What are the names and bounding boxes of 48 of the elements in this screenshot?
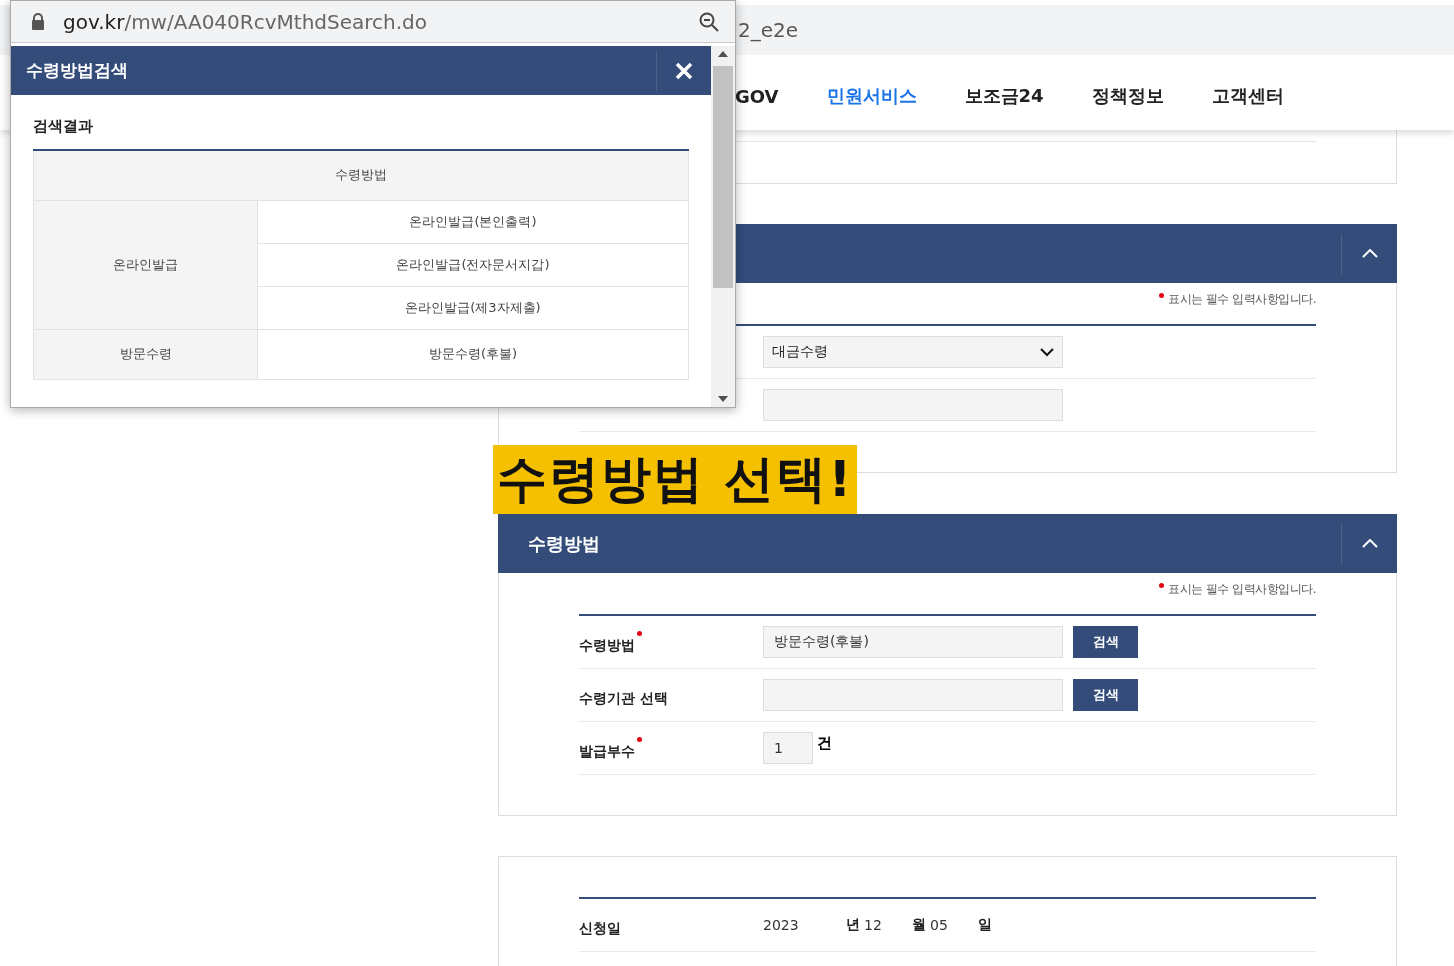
popup-title: 수령방법검색 — [26, 59, 128, 82]
date-unit: 일 — [978, 916, 992, 934]
date-unit: 년 — [846, 916, 860, 934]
required-note: 표시는 필수 입력사항입니다. — [1168, 291, 1316, 308]
required-dot — [1159, 583, 1165, 588]
scroll-down-icon[interactable] — [718, 396, 728, 402]
group-cell: 방문수령 — [33, 329, 258, 379]
required-dot — [1159, 293, 1165, 298]
date-value: 12 — [864, 917, 883, 933]
result-item[interactable]: 온라인발급(제3자제출) — [257, 286, 689, 329]
result-item[interactable]: 온라인발급(본인출력) — [257, 200, 689, 243]
url-text: 2_e2e — [738, 18, 799, 42]
nav-link[interactable]: GOV — [735, 85, 779, 107]
chevron-down-icon — [1040, 347, 1054, 357]
callout-banner: 수령방법 선택! — [493, 445, 858, 514]
field-label: 신청일 — [579, 920, 621, 938]
unit-label: 건 — [817, 734, 832, 753]
scrollbar[interactable] — [711, 46, 735, 407]
results-title: 검색결과 — [33, 117, 94, 136]
field-label: 수령기관 선택 — [579, 690, 668, 708]
zoom-out-icon[interactable] — [699, 11, 719, 32]
nav-link[interactable]: 정책정보 — [1091, 84, 1164, 108]
nav-link[interactable]: 민원서비스 — [826, 84, 917, 108]
close-icon — [675, 61, 693, 80]
input-field[interactable]: 방문수령(후불) — [763, 626, 1063, 658]
date-unit: 월 — [912, 916, 926, 934]
group-cell: 온라인발급 — [33, 200, 258, 329]
section-title: 수령방법 — [528, 531, 600, 556]
url-text: gov.kr/mw/AA040RcvMthdSearch.do — [63, 9, 428, 34]
search-button[interactable]: 검색 — [1073, 626, 1138, 658]
nav-link[interactable]: 고객센터 — [1211, 84, 1284, 108]
scroll-up-icon[interactable] — [718, 51, 728, 57]
search-button[interactable]: 검색 — [1073, 679, 1138, 711]
select-field[interactable]: 대금수령 — [763, 336, 1063, 368]
result-item[interactable]: 온라인발급(전자문서지갑) — [257, 243, 689, 286]
result-item[interactable]: 방문수령(후불) — [257, 329, 689, 379]
date-value: 2023 — [763, 917, 800, 933]
required-note: 표시는 필수 입력사항입니다. — [1168, 581, 1316, 598]
column-header: 수령방법 — [33, 150, 689, 200]
lock-icon — [31, 13, 45, 30]
field-label: 발급부수 — [579, 743, 635, 761]
date-value: 05 — [930, 917, 949, 933]
field-label: 수령방법 — [579, 637, 635, 655]
input-field[interactable]: 1 — [763, 732, 813, 764]
input-field[interactable] — [763, 389, 1063, 421]
input-field[interactable] — [763, 679, 1063, 711]
scrollbar-thumb[interactable] — [713, 66, 733, 288]
nav-link[interactable]: 보조금24 — [964, 84, 1044, 108]
